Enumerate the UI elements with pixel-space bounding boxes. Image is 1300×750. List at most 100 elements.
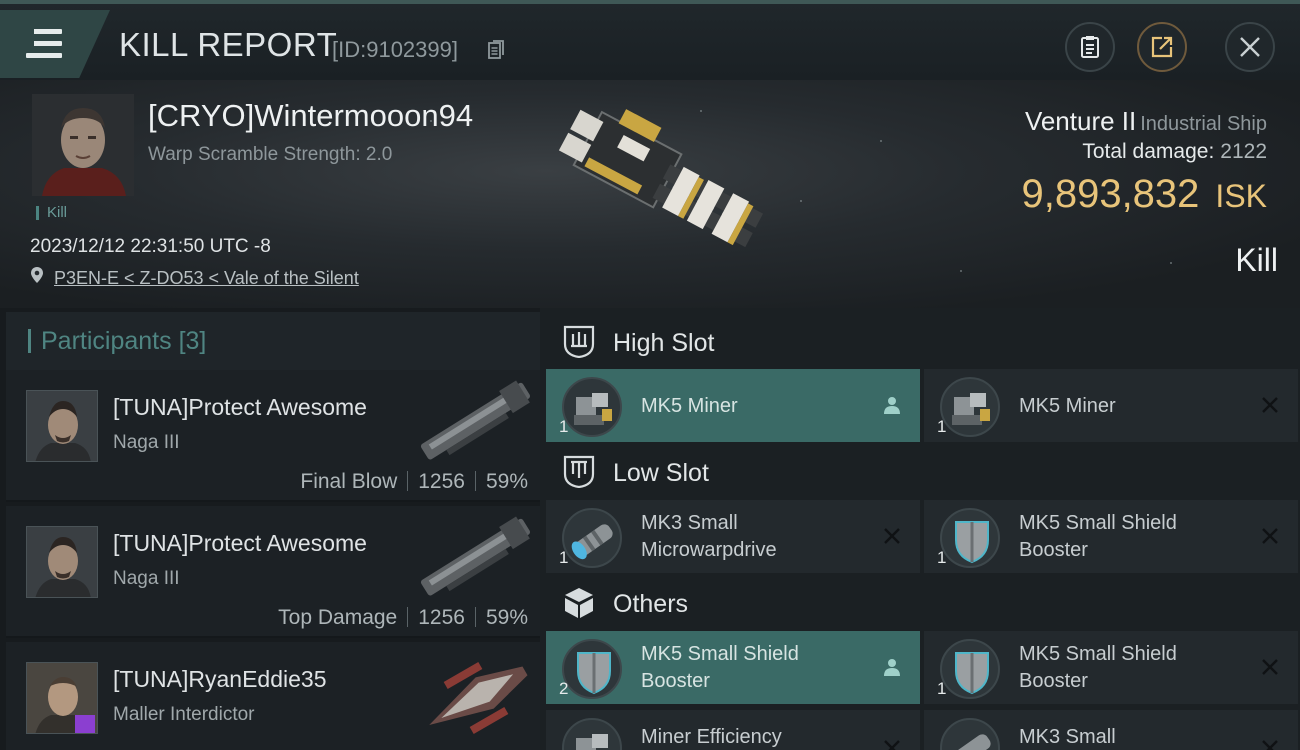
participant-name: [TUNA]RyanEddie35 [113, 666, 327, 692]
ship-type: Industrial Ship [1140, 113, 1267, 135]
shield-booster-icon [562, 639, 622, 699]
module-quantity: 1 [937, 679, 947, 698]
module-quantity: 1 [559, 548, 569, 567]
ship-name-text: Venture II [1024, 106, 1137, 136]
victim-panel: [CRYO]Wintermooon94 Warp Scramble Streng… [0, 80, 1300, 308]
hamburger-menu-icon[interactable] [0, 10, 110, 78]
weapon-icon [420, 516, 530, 596]
module-name: MK3 Small Microwarpdrive [641, 512, 777, 561]
copy-icon[interactable] [488, 40, 504, 60]
total-damage: Total damage: 2122 [1082, 140, 1267, 164]
destroyed-x-icon [1262, 397, 1278, 413]
destroyed-x-icon [1262, 659, 1278, 675]
module-quantity: 1 [937, 548, 947, 567]
kill-result: Kill [1235, 242, 1278, 278]
close-icon [1240, 37, 1260, 57]
shield-booster-icon [940, 508, 1000, 568]
cube-icon [565, 588, 593, 618]
person-icon [884, 659, 900, 676]
module-name: MK5 Small Shield Booster [1019, 643, 1177, 692]
participant-stats: Top Damage 1256 59% [278, 606, 528, 630]
destroyed-x-icon [1262, 528, 1278, 544]
close-button[interactable] [1225, 22, 1275, 72]
share-icon [1151, 36, 1173, 58]
destroyed-x-icon [884, 528, 900, 544]
participant-ship: Maller Interdictor [113, 704, 255, 725]
ship-name: Venture II Industrial Ship [1025, 106, 1267, 137]
participant-ship: Naga III [113, 568, 180, 589]
total-damage-value: 2122 [1220, 140, 1267, 163]
isk-unit: ISK [1215, 178, 1267, 214]
total-damage-label: Total damage: [1082, 140, 1215, 163]
report-id: [ID:9102399] [332, 37, 458, 62]
module-quantity: 1 [937, 417, 947, 436]
location-link[interactable]: P3EN-E < Z-DO53 < Vale of the Silent [54, 268, 359, 289]
module-slot[interactable]: 2 MK5 Small Shield Booster [546, 631, 920, 704]
high-slot-header: High Slot [540, 312, 1300, 372]
clipboard-icon [1081, 36, 1099, 58]
participant-name: [TUNA]Protect Awesome [113, 530, 367, 556]
participant-stats: Final Blow 1256 59% [300, 470, 528, 494]
high-slot-icon [563, 325, 595, 358]
module-slot[interactable]: 1 MK5 Miner [924, 369, 1298, 442]
module-name: MK5 Small Shield Booster [641, 643, 799, 692]
low-slot-icon [563, 455, 595, 488]
participant-ship: Naga III [113, 432, 180, 453]
module-name: MK3 Small [1019, 726, 1116, 748]
participants-title: Participants [41, 327, 172, 355]
victim-name[interactable]: [CRYO]Wintermooon94 [148, 98, 473, 134]
microwarpdrive-icon [562, 508, 622, 568]
module-slot[interactable]: Miner Efficiency [546, 710, 920, 750]
high-slot-label: High Slot [613, 329, 715, 357]
participants-label: Participants [3] [28, 327, 207, 355]
miner-icon [562, 718, 622, 750]
destroyed-x-icon [1262, 740, 1278, 750]
location-pin-icon [31, 267, 43, 283]
participant-name: [TUNA]Protect Awesome [113, 394, 367, 420]
participant-damage: 1256 [418, 470, 465, 493]
module-slot[interactable]: 1 MK5 Small Shield Booster [924, 631, 1298, 704]
participant-row[interactable]: [TUNA]Protect Awesome Naga III Top Damag… [6, 506, 540, 638]
ship-icon [429, 662, 528, 734]
participant-row[interactable]: [TUNA]RyanEddie35 Maller Interdictor [6, 642, 540, 750]
participant-row[interactable]: [TUNA]Protect Awesome Naga III Final Blo… [6, 370, 540, 502]
share-button[interactable] [1137, 22, 1187, 72]
miner-icon [562, 377, 622, 437]
module-name: MK5 Miner [1019, 395, 1116, 417]
module-quantity: 1 [559, 417, 569, 436]
module-slot[interactable]: 1 MK3 Small Microwarpdrive [546, 500, 920, 573]
participant-role: Top Damage [278, 606, 398, 629]
participant-portrait[interactable] [26, 526, 98, 598]
participant-role: Final Blow [300, 470, 398, 493]
module-slot[interactable]: 1 MK5 Small Shield Booster [924, 500, 1298, 573]
clipboard-button[interactable] [1065, 22, 1115, 72]
microwarpdrive-icon [940, 718, 1000, 750]
isk-value: 9,893,832 ISK [1021, 172, 1267, 217]
module-slot[interactable]: 1 MK5 Miner [546, 369, 920, 442]
participant-portrait[interactable] [26, 662, 98, 734]
participants-count: [3] [178, 327, 207, 355]
others-header: Others [540, 573, 1300, 633]
module-name: Miner Efficiency [641, 726, 782, 748]
module-slot[interactable]: MK3 Small [924, 710, 1298, 750]
isk-amount: 9,893,832 [1021, 172, 1200, 216]
kill-tag: Kill [36, 205, 67, 220]
participant-portrait[interactable] [26, 390, 98, 462]
kill-datetime: 2023/12/12 22:31:50 UTC -8 [30, 236, 271, 257]
fitting-panel: High Slot 1 MK5 Miner 1 MK5 Miner Low Sl… [540, 308, 1300, 750]
module-name: MK5 Miner [641, 395, 738, 417]
weapon-icon [420, 380, 530, 460]
participant-percent: 59% [485, 470, 528, 493]
participant-percent: 59% [485, 606, 528, 629]
warp-scramble-strength: Warp Scramble Strength: 2.0 [148, 144, 393, 165]
top-bar: KILL REPORT [ID:9102399] [0, 0, 1300, 80]
person-icon [884, 397, 900, 414]
participants-panel: Participants [3] [TUNA]Protect Awesome N… [0, 308, 540, 750]
others-label: Others [613, 590, 689, 618]
participant-damage: 1256 [418, 606, 465, 629]
page-title: KILL REPORT [119, 26, 338, 63]
victim-portrait[interactable] [32, 94, 134, 196]
low-slot-header: Low Slot [540, 442, 1300, 502]
ship-image [558, 109, 764, 248]
module-quantity: 2 [559, 679, 569, 698]
